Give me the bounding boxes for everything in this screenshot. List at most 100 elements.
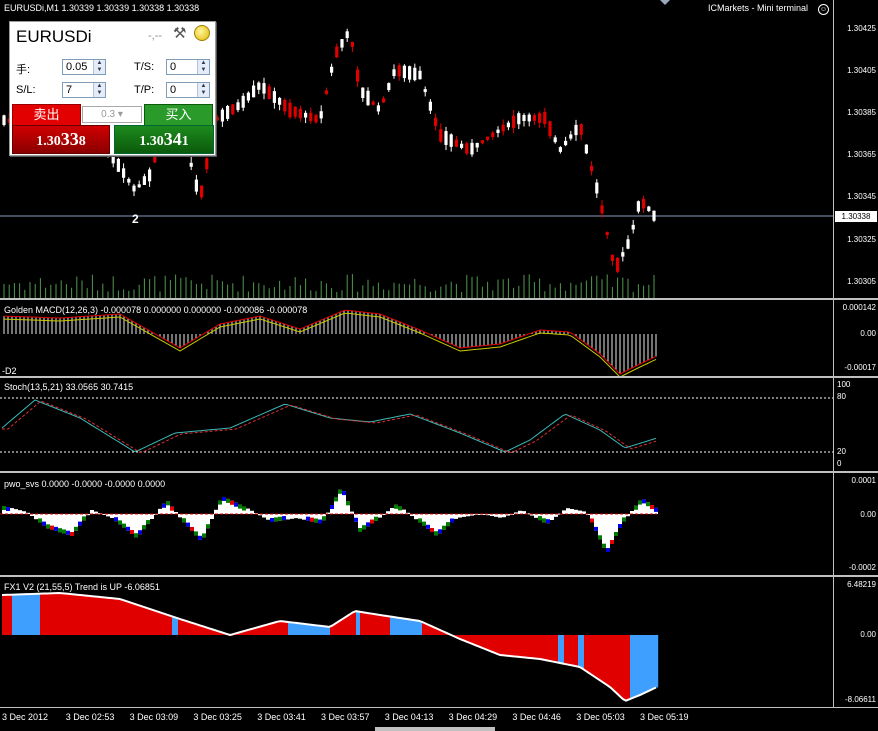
pwo-bar <box>606 514 610 552</box>
trend-bar <box>646 635 649 693</box>
trend-bar <box>58 593 61 635</box>
stoch-scale-20: 20 <box>837 447 846 456</box>
trend-pane[interactable]: FX1 V2 (21,55,5) Trend is UP -6.06851 <box>0 577 833 707</box>
lots-spinner-icon[interactable]: ▲ ▼ <box>93 60 105 74</box>
trend-bar <box>330 627 333 635</box>
trend-bar <box>308 624 311 635</box>
lots-input[interactable]: 0.05 ▲ ▼ <box>62 59 106 75</box>
pwo-bar-cap <box>6 507 10 512</box>
macd-line <box>3 309 657 375</box>
trend-bar <box>86 595 89 635</box>
candle-body <box>527 114 531 122</box>
sl-spinner-icon[interactable]: ▲ ▼ <box>93 83 105 97</box>
candle-body <box>288 102 292 118</box>
trend-bar <box>584 635 587 670</box>
trend-bar <box>640 635 643 695</box>
trend-bar <box>152 609 155 635</box>
trend-bar <box>154 610 157 635</box>
trend-bar <box>596 635 599 678</box>
buy-button[interactable]: 买入 <box>144 104 213 126</box>
trend-bar <box>54 593 57 635</box>
pwo-pane[interactable]: pwo_svs 0.0000 -0.0000 -0.0000 0.0000 <box>0 473 833 575</box>
trend-bar <box>390 616 393 635</box>
sell-button[interactable]: 卖出 <box>12 104 81 126</box>
ask-price-button[interactable]: 1.30341 <box>114 125 214 154</box>
trend-bar <box>510 635 513 656</box>
trend-bar <box>376 614 379 635</box>
candle-body <box>428 101 432 111</box>
trend-bar <box>180 619 183 635</box>
pwo-bar <box>402 509 406 514</box>
pwo-bar-cap <box>306 516 310 521</box>
candle-body <box>153 156 157 163</box>
trend-bar <box>638 635 641 696</box>
trend-bar <box>168 615 171 635</box>
trend-bar <box>582 635 585 669</box>
trend-bar <box>148 608 151 635</box>
trend-bar <box>172 616 175 635</box>
trend-bar <box>366 612 369 635</box>
macd-pane[interactable]: Golden MACD(12,26,3) -0.000078 0.000000 … <box>0 300 833 376</box>
trend-bar <box>10 594 13 635</box>
trend-bar <box>384 615 387 635</box>
stochastic-pane[interactable]: Stoch(13,5,21) 33.0565 30.7415 <box>0 378 833 471</box>
trend-bar <box>516 635 519 657</box>
candle-body <box>350 41 354 47</box>
pwo-bar-cap <box>194 531 198 536</box>
trend-bar <box>498 635 501 655</box>
bid-price-button[interactable]: 1.30338 <box>12 125 110 154</box>
trend-bar <box>184 620 187 635</box>
candle-body <box>522 115 526 121</box>
trend-bar <box>410 619 413 635</box>
price-scale-label: 1.30405 <box>847 66 876 75</box>
trend-bar <box>106 597 109 635</box>
ts-spinner-icon[interactable]: ▲ ▼ <box>197 60 209 74</box>
trend-bar <box>488 635 491 651</box>
pwo-bar <box>266 514 270 520</box>
trend-bar <box>580 635 583 667</box>
price-scale[interactable]: 1.30425 1.30405 1.30385 1.30365 1.30345 1.303… <box>833 0 878 298</box>
pwo-bar-cap <box>50 525 54 530</box>
trend-bar <box>304 623 307 635</box>
hover-marker <box>660 0 670 5</box>
tp-spinner-icon[interactable]: ▲ ▼ <box>197 83 209 97</box>
pwo-title: pwo_svs 0.0000 -0.0000 -0.0000 0.0000 <box>4 479 166 489</box>
candle-body <box>439 129 443 142</box>
trend-bar <box>270 623 273 635</box>
macd-scale: 0.000142 0.00 -0.00017 <box>833 300 878 376</box>
pwo-bar <box>90 510 94 514</box>
one-click-trading-panel[interactable]: EURUSDi -,-- ⚒ 手: 0.05 ▲ ▼ T/S: 0 ▲ ▼ S/L: 7… <box>9 21 216 156</box>
tp-input[interactable]: 0 ▲ ▼ <box>166 82 210 98</box>
pwo-bar-cap <box>222 496 226 501</box>
pwo-bar-cap <box>354 517 358 522</box>
trend-bar <box>632 635 635 699</box>
trend-bar <box>90 596 93 635</box>
sl-input[interactable]: 7 ▲ ▼ <box>62 82 106 98</box>
horizontal-scrollbar[interactable] <box>375 727 495 731</box>
trend-bar <box>386 615 389 635</box>
trend-bar <box>104 597 107 635</box>
trend-bar <box>108 597 111 635</box>
trend-bar <box>548 635 551 661</box>
trend-bar <box>332 625 335 635</box>
time-axis-label: 3 Dec 05:03 <box>576 712 625 722</box>
trend-bar <box>648 635 651 692</box>
candle-body <box>548 121 552 137</box>
ts-input[interactable]: 0 ▲ ▼ <box>166 59 210 75</box>
terminal-title: ICMarkets - Mini terminal <box>708 3 809 13</box>
trend-bar <box>652 635 655 690</box>
tools-icon[interactable]: ⚒ <box>173 24 186 42</box>
trend-bar <box>466 635 469 642</box>
trend-bar <box>314 625 317 635</box>
pwo-bar-cap <box>42 521 46 526</box>
pwo-bar-cap <box>242 506 246 511</box>
trend-bar <box>162 613 165 635</box>
candle-body <box>148 169 152 182</box>
trend-bar <box>176 617 179 635</box>
trend-bar <box>310 624 313 635</box>
time-axis[interactable]: 3 Dec 2012 3 Dec 02:53 3 Dec 03:09 3 Dec 03… <box>0 707 878 731</box>
pwo-bar-cap <box>66 530 70 535</box>
trend-bar <box>402 618 405 635</box>
trend-bar <box>260 626 263 635</box>
coin-icon[interactable] <box>194 25 210 41</box>
